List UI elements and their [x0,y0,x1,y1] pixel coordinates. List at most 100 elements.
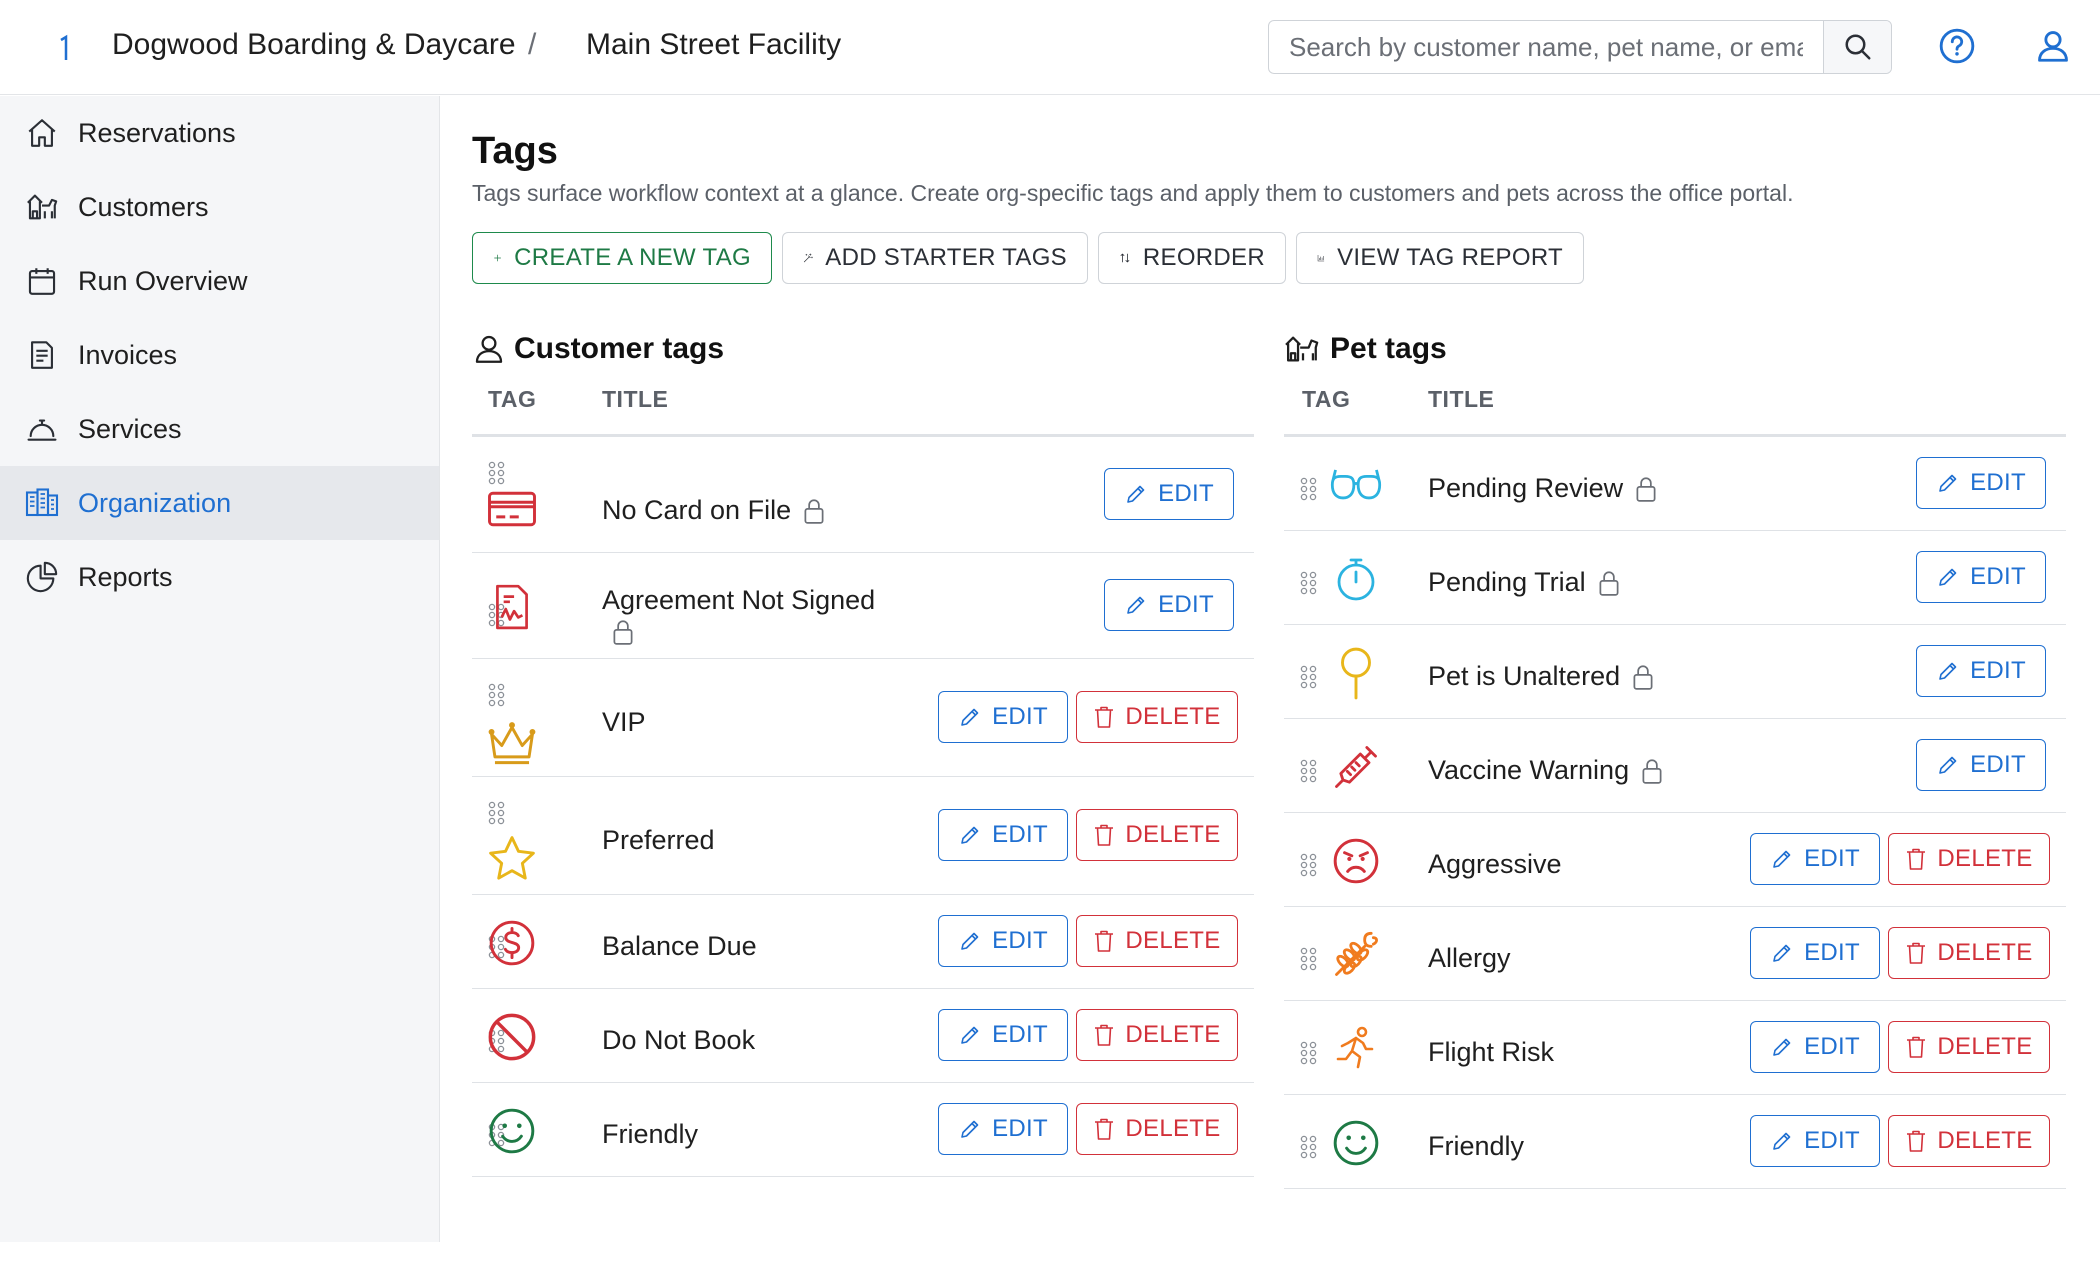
delete-button[interactable]: DELETE [1888,1115,2050,1167]
edit-button[interactable]: EDIT [938,1103,1068,1155]
delete-button[interactable]: DELETE [1076,915,1238,967]
drag-handle-icon[interactable] [1300,665,1318,689]
search-input[interactable] [1269,21,1823,73]
edit-button[interactable]: EDIT [938,809,1068,861]
edit-button[interactable]: EDIT [938,1009,1068,1061]
edit-button[interactable]: EDIT [1916,739,2046,791]
drag-handle-icon[interactable] [488,683,506,707]
table-row: Balance Due EDIT DELETE [472,895,1254,989]
user-account-button[interactable] [2033,26,2073,66]
table-row: Flight Risk EDIT DELETE [1284,1001,2066,1095]
drag-handle-icon[interactable] [1300,853,1318,877]
tag-title-text: Do Not Book [602,1025,756,1055]
lock-icon [610,618,636,646]
delete-label: DELETE [1937,845,2033,872]
table-row: Vaccine Warning EDIT [1284,719,2066,813]
tag-title: Friendly [1428,1131,1524,1162]
create-tag-button[interactable]: CREATE A NEW TAG [472,232,772,284]
sidebar-item-customers[interactable]: Customers [0,170,439,244]
delete-button[interactable]: DELETE [1076,809,1238,861]
drag-handle-icon[interactable] [1300,1135,1318,1159]
tag-title-text: Flight Risk [1428,1037,1555,1067]
sort-arrows-icon [1120,253,1130,263]
sidebar-item-label: Reports [78,561,173,592]
tag-title: Pending Review [1428,473,1659,504]
drag-handle-icon[interactable] [488,801,506,825]
tag-title-text: Vaccine Warning [1428,755,1630,785]
delete-button[interactable]: DELETE [1888,833,2050,885]
tag-title: Flight Risk [1428,1037,1554,1068]
delete-button[interactable]: DELETE [1888,1021,2050,1073]
edit-button[interactable]: EDIT [1916,645,2046,697]
view-tag-report-button[interactable]: VIEW TAG REPORT [1296,232,1584,284]
edit-button[interactable]: EDIT [1750,833,1880,885]
sidebar-item-run-overview[interactable]: Run Overview [0,244,439,318]
table-row: Friendly EDIT DELETE [1284,1095,2066,1189]
tag-title-text: Balance Due [602,931,757,961]
edit-button[interactable]: EDIT [1916,457,2046,509]
view-tag-report-label: VIEW TAG REPORT [1337,244,1563,271]
page-title: Tags [472,130,558,172]
top-bar: Dogwood Boarding & Daycare / Main Street… [0,0,2100,95]
table-row: Do Not Book EDIT DELETE [472,989,1254,1083]
sidebar-item-reports[interactable]: Reports [0,540,439,614]
tag-title: Vaccine Warning [1428,755,1665,786]
pie-chart-icon [24,559,60,595]
edit-button[interactable]: EDIT [938,691,1068,743]
drag-handle-icon[interactable] [1300,1041,1318,1065]
person-icon [475,335,503,363]
dog-house-icon [1285,336,1319,362]
edit-button[interactable]: EDIT [1750,927,1880,979]
tag-title-text: No Card on File [602,495,792,525]
tag-title: Aggressive [1428,849,1562,880]
edit-button[interactable]: EDIT [1104,579,1234,631]
drag-handle-icon[interactable] [1300,571,1318,595]
sidebar-item-services[interactable]: Services [0,392,439,466]
delete-label: DELETE [1125,821,1221,848]
syringe-icon [1328,739,1384,795]
sidebar-item-reservations[interactable]: Reservations [0,96,439,170]
calendar-icon [24,263,60,299]
edit-button[interactable]: EDIT [1750,1021,1880,1073]
edit-button[interactable]: EDIT [938,915,1068,967]
tag-title: Preferred [602,825,715,856]
search-button[interactable] [1823,21,1891,73]
delete-button[interactable]: DELETE [1888,927,2050,979]
reorder-button[interactable]: REORDER [1098,232,1286,284]
add-starter-tags-label: ADD STARTER TAGS [825,244,1067,271]
delete-label: DELETE [1937,1033,2033,1060]
tag-title-text: Agreement Not Signed [602,585,876,615]
help-button[interactable] [1937,26,1977,66]
sidebar-item-organization[interactable]: Organization [0,466,439,540]
drag-handle-icon[interactable] [1300,759,1318,783]
facility-selector[interactable]: Main Street Facility [586,28,841,62]
delete-button[interactable]: DELETE [1076,1103,1238,1155]
pet-tags-title: Pet tags [1330,332,1447,365]
edit-label: EDIT [992,703,1048,730]
edit-button[interactable]: EDIT [1750,1115,1880,1167]
sidebar-item-invoices[interactable]: Invoices [0,318,439,392]
add-starter-tags-button[interactable]: ADD STARTER TAGS [782,232,1088,284]
edit-button[interactable]: EDIT [1916,551,2046,603]
org-name[interactable]: Dogwood Boarding & Daycare [112,28,516,62]
delete-button[interactable]: DELETE [1076,691,1238,743]
tag-title: Agreement Not Signed [602,585,875,646]
tag-title: Balance Due [602,931,757,962]
glasses-icon [1328,457,1384,513]
tag-title: VIP [602,707,646,738]
star-icon [484,831,540,887]
action-toolbar: CREATE A NEW TAG ADD STARTER TAGS REORDE… [472,232,1584,284]
lock-icon [1633,475,1659,503]
customer-tags-title: Customer tags [514,332,725,365]
drag-handle-icon[interactable] [1300,477,1318,501]
drag-handle-icon[interactable] [1300,947,1318,971]
table-row: Pending Review EDIT [1284,437,2066,531]
delete-button[interactable]: DELETE [1076,1009,1238,1061]
pet-tags-heading: Pet tags [1284,332,1447,366]
invoice-icon [24,337,60,373]
delete-label: DELETE [1937,1127,2033,1154]
dog-house-icon [24,189,60,225]
logo-icon[interactable] [58,34,72,62]
edit-button[interactable]: EDIT [1104,468,1234,520]
tag-title-text: Pet is Unaltered [1428,661,1621,691]
